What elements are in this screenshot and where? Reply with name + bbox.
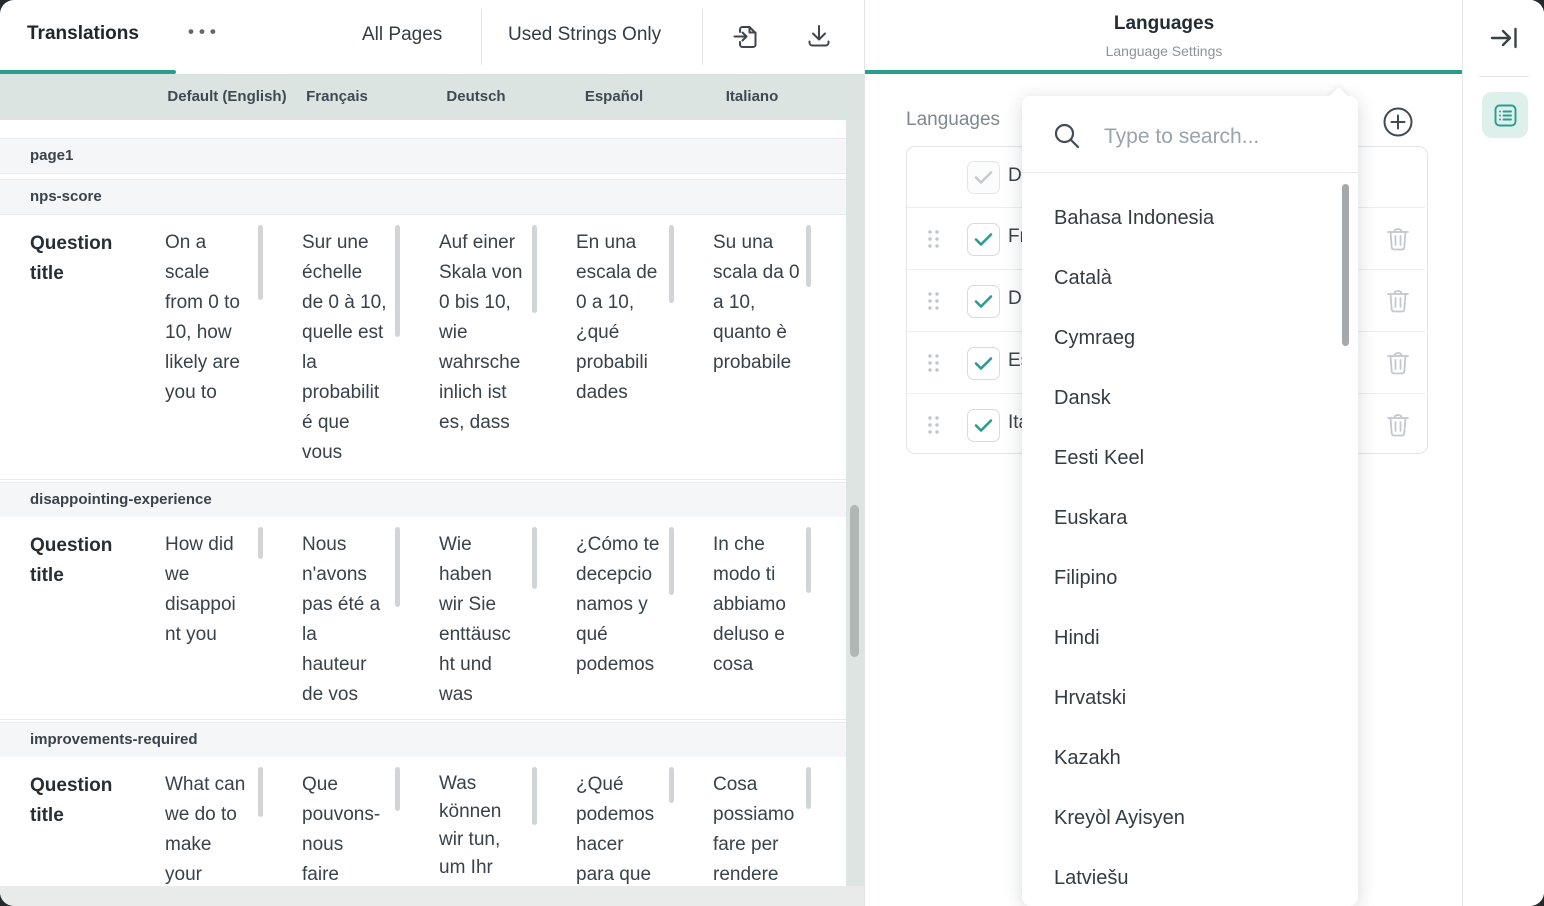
translation-cell-it[interactable]: Cosa possiamo fare per rendere <box>713 770 819 886</box>
dropdown-scrollbar-thumb[interactable] <box>1342 184 1349 346</box>
translation-cell-es[interactable]: ¿Qué podemos hacer para que <box>576 770 682 886</box>
checkbox-default[interactable] <box>967 161 1000 194</box>
column-header-francais: Français <box>277 88 397 105</box>
row-label: Question title <box>30 771 150 831</box>
collapse-panel-icon[interactable] <box>1487 20 1523 56</box>
app-window: Translations ••• All Pages Used Strings … <box>0 0 1544 906</box>
translations-pane: Translations ••• All Pages Used Strings … <box>0 0 864 906</box>
language-settings-tool-button[interactable] <box>1482 92 1528 138</box>
cell-scrollbar[interactable] <box>258 225 263 300</box>
drag-handle-icon[interactable] <box>927 415 940 435</box>
cell-scrollbar[interactable] <box>532 225 537 313</box>
cell-scrollbar[interactable] <box>395 527 400 607</box>
dropdown-option[interactable]: Cymraeg <box>1022 308 1342 368</box>
checkbox-francais[interactable] <box>967 223 1000 256</box>
cell-scrollbar[interactable] <box>532 527 537 589</box>
translation-cell-es[interactable]: En una escala de 0 a 10, ¿qué probabili … <box>576 228 682 408</box>
dropdown-option[interactable]: Eesti Keel <box>1022 428 1342 488</box>
dropdown-option[interactable]: Català <box>1022 248 1342 308</box>
more-menu-button[interactable]: ••• <box>188 22 221 42</box>
dropdown-option[interactable]: Hindi <box>1022 608 1342 668</box>
cell-scrollbar[interactable] <box>258 767 263 817</box>
section-header-nps-score: nps-score <box>0 179 846 215</box>
dropdown-option[interactable]: Kreyòl Ayisyen <box>1022 788 1342 848</box>
add-language-button[interactable] <box>1380 104 1416 140</box>
cell-scrollbar[interactable] <box>806 225 811 287</box>
cell-scrollbar[interactable] <box>532 767 537 825</box>
translation-cell-fr[interactable]: Sur une échelle de 0 à 10, quelle est la… <box>302 228 408 468</box>
section-header-disappointing-experience: disappointing-experience <box>0 482 846 518</box>
table-row: Question title How did we disappoi nt yo… <box>0 517 846 720</box>
checkbox-italiano[interactable] <box>967 409 1000 442</box>
horizontal-scrollbar-track[interactable] <box>0 886 864 906</box>
trash-icon[interactable] <box>1385 349 1411 377</box>
translation-cell-en[interactable]: What can we do to make your <box>165 770 271 886</box>
dropdown-option[interactable]: Bahasa Indonesia <box>1022 188 1342 248</box>
toolbar-divider <box>1479 76 1529 77</box>
translation-cell-it[interactable]: Su una scala da 0 a 10, quanto è probabi… <box>713 228 819 378</box>
translation-cell-es[interactable]: ¿Cómo te decepcio namos y qué podemos <box>576 530 682 680</box>
translation-cell-en[interactable]: How did we disappoi nt you <box>165 530 271 650</box>
dropdown-option[interactable]: Kazakh <box>1022 728 1342 788</box>
column-header-deutsch: Deutsch <box>416 88 536 105</box>
section-header-page1: page1 <box>0 138 846 174</box>
drag-handle-icon[interactable] <box>927 291 940 311</box>
languages-section-label: Languages <box>906 109 1000 131</box>
dropdown-divider <box>1022 172 1358 173</box>
vertical-scrollbar-track[interactable] <box>846 120 864 886</box>
checkbox-deutsch[interactable] <box>967 285 1000 318</box>
tab-translations[interactable]: Translations <box>27 23 139 45</box>
dropdown-option[interactable]: Hrvatski <box>1022 668 1342 728</box>
table-row: Question title What can we do to make yo… <box>0 757 846 886</box>
download-icon[interactable] <box>803 20 835 52</box>
translation-cell-fr[interactable]: Nous n'avons pas été a la hauteur de vos <box>302 530 408 710</box>
cell-scrollbar[interactable] <box>806 767 811 809</box>
translation-cell-fr[interactable]: Que pouvons- nous faire <box>302 770 408 886</box>
cell-scrollbar[interactable] <box>669 225 674 303</box>
import-icon[interactable] <box>731 20 763 52</box>
cell-scrollbar[interactable] <box>395 225 400 337</box>
panel-subtitle: Language Settings <box>865 43 1463 59</box>
cell-scrollbar[interactable] <box>395 767 400 811</box>
trash-icon[interactable] <box>1385 411 1411 439</box>
pages-filter-dropdown[interactable]: All Pages <box>362 24 442 46</box>
table-row: Question title On a scale from 0 to 10, … <box>0 215 846 480</box>
strings-filter-dropdown[interactable]: Used Strings Only <box>508 24 661 46</box>
header-divider <box>702 9 703 65</box>
search-icon <box>1052 121 1082 151</box>
drag-handle-icon[interactable] <box>927 353 940 373</box>
section-header-improvements-required: improvements-required <box>0 722 846 758</box>
dropdown-option[interactable]: Filipino <box>1022 548 1342 608</box>
translation-cell-en[interactable]: On a scale from 0 to 10, how likely are … <box>165 228 271 408</box>
row-label: Question title <box>30 229 150 289</box>
panel-accent-bar <box>865 70 1463 74</box>
trash-icon[interactable] <box>1385 287 1411 315</box>
translation-cell-de[interactable]: Was können wir tun, um Ihr Erlebnis <box>439 770 545 886</box>
translation-cell-it[interactable]: In che modo ti abbiamo deluso e cosa <box>713 530 819 680</box>
dropdown-option[interactable]: Latviešu <box>1022 848 1342 906</box>
cell-scrollbar[interactable] <box>669 767 674 803</box>
language-search-dropdown: Bahasa Indonesia Català Cymraeg Dansk Ee… <box>1022 96 1358 906</box>
column-header-espanol: Español <box>554 88 674 105</box>
translation-cell-de[interactable]: Wie haben wir Sie enttäusc ht und was <box>439 530 545 710</box>
checkbox-espanol[interactable] <box>967 347 1000 380</box>
panel-title: Languages <box>865 13 1463 35</box>
cell-scrollbar[interactable] <box>258 527 263 559</box>
trash-icon[interactable] <box>1385 225 1411 253</box>
language-search-input[interactable] <box>1102 118 1326 156</box>
column-header-italiano: Italiano <box>692 88 812 105</box>
cell-scrollbar[interactable] <box>806 527 811 593</box>
drag-handle-icon[interactable] <box>927 229 940 249</box>
vertical-scrollbar-thumb[interactable] <box>850 505 859 657</box>
translation-cell-de[interactable]: Auf einer Skala von 0 bis 10, wie wahrsc… <box>439 228 545 438</box>
dropdown-option[interactable]: Euskara <box>1022 488 1342 548</box>
header-divider <box>481 9 482 65</box>
side-toolbar <box>1462 0 1544 906</box>
cell-scrollbar[interactable] <box>669 527 674 595</box>
dropdown-option[interactable]: Dansk <box>1022 368 1342 428</box>
row-label: Question title <box>30 531 150 591</box>
